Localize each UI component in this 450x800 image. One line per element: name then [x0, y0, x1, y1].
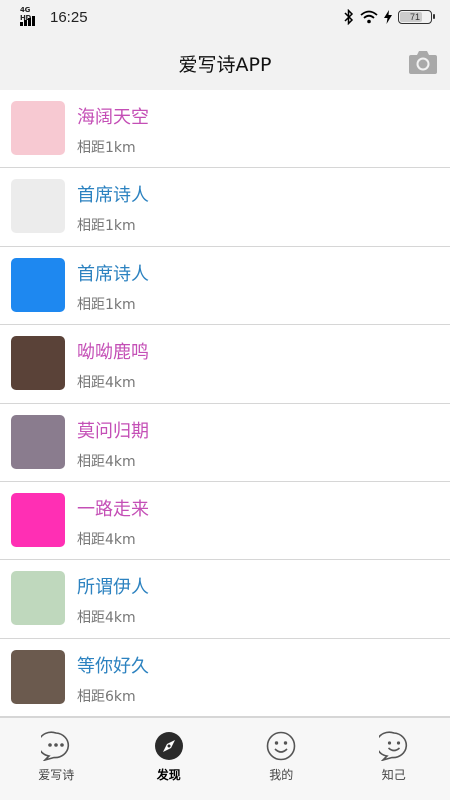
- cellular-signal-icon: 4G HD: [20, 6, 42, 26]
- blue-square-avatar: [11, 257, 65, 312]
- user-name: 海阔天空: [77, 107, 149, 128]
- compass-icon: [154, 732, 183, 760]
- nearby-user-list: 海阔天空 相距1km 首席诗人 相距1km 首席诗人 相距1km 呦呦鹿鸣 相距4km 莫问归期…: [0, 90, 450, 717]
- user-name: 等你好久: [77, 655, 149, 677]
- nav-bar: 爱写诗APP: [0, 36, 450, 90]
- user-list-item[interactable]: 首席诗人相距1km: [0, 168, 450, 247]
- girl-photo-avatar: [11, 336, 65, 391]
- user-list-item[interactable]: 首席诗人相距1km: [0, 246, 450, 326]
- user-list-item[interactable]: 海阔天空相距1km: [0, 90, 450, 169]
- charging-icon: [384, 10, 392, 24]
- clock: 16:25: [50, 8, 88, 26]
- bluetooth-icon: [344, 9, 354, 25]
- user-list-item[interactable]: 一路走来相距4km: [0, 481, 450, 561]
- user-list-item[interactable]: 等你好久相距6km: [0, 638, 450, 717]
- smiley-icon: [266, 731, 296, 761]
- woodblock-print-avatar: [11, 414, 65, 469]
- user-name: 莫问归期: [77, 420, 149, 442]
- status-right: 71: [344, 9, 435, 25]
- pink-square-avatar: [11, 492, 65, 547]
- user-name: 首席诗人: [77, 263, 149, 285]
- user-list-item[interactable]: 所谓伊人相距4km: [0, 560, 450, 639]
- ancient-poet-drawing-avatar: [11, 179, 65, 234]
- user-distance: 相距4km: [77, 531, 136, 548]
- tab-friends[interactable]: 知己: [338, 718, 450, 800]
- battery-icon: 71: [398, 10, 435, 24]
- user-name: 呦呦鹿鸣: [77, 342, 149, 364]
- tab-aixieshi[interactable]: 爱写诗: [0, 718, 113, 800]
- camera-icon[interactable]: [408, 48, 438, 76]
- user-list-item[interactable]: 莫问归期相距4km: [0, 403, 450, 482]
- tab-mine[interactable]: 我的: [225, 718, 338, 800]
- girl-cartoon-avatar: [11, 101, 65, 155]
- user-distance: 相距4km: [77, 453, 136, 470]
- tab-label: 我的: [269, 768, 294, 782]
- tab-bar: 爱写诗 发现 我的 知己: [0, 717, 450, 800]
- tab-discover[interactable]: 发现: [113, 718, 226, 800]
- user-list-item[interactable]: 呦呦鹿鸣相距4km: [0, 325, 450, 404]
- tab-label: 发现: [156, 768, 181, 782]
- user-name: 首席诗人: [77, 185, 149, 207]
- user-distance: 相距1km: [77, 140, 136, 156]
- user-distance: 相距1km: [77, 218, 136, 235]
- user-distance: 相距4km: [77, 610, 136, 627]
- chat-bubble-icon: [41, 731, 70, 761]
- status-left: 4G HD 16:25: [20, 6, 88, 26]
- woman-with-hat-avatar: [11, 649, 65, 704]
- user-distance: 相距6km: [77, 688, 136, 705]
- battery-level: 71: [409, 12, 420, 22]
- tab-label: 知己: [381, 768, 406, 782]
- user-name: 所谓伊人: [77, 577, 149, 599]
- tab-label: 爱写诗: [38, 768, 75, 782]
- user-distance: 相距1km: [77, 296, 136, 313]
- status-bar: 4G HD 16:25 71: [0, 0, 450, 36]
- user-name: 一路走来: [77, 498, 149, 520]
- wifi-icon: [360, 10, 378, 24]
- watercolor-scene-avatar: [11, 571, 65, 626]
- user-distance: 相距4km: [77, 375, 136, 392]
- chat-smile-icon: [378, 731, 407, 761]
- page-title: 爱写诗APP: [178, 54, 272, 76]
